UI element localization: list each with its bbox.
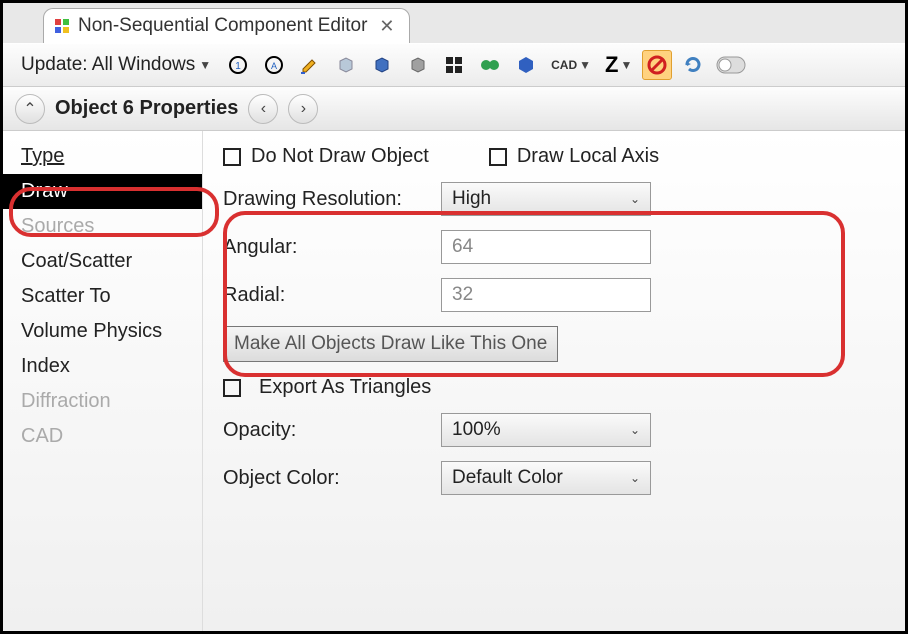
object-color-select[interactable]: Default Color ⌄ bbox=[441, 461, 651, 495]
app-icon bbox=[54, 18, 70, 34]
content-area: Type Draw Sources Coat/Scatter Scatter T… bbox=[3, 131, 905, 631]
sidebar-item-index[interactable]: Index bbox=[3, 349, 202, 384]
editor-tab[interactable]: Non-Sequential Component Editor ✕ bbox=[43, 8, 410, 43]
update-dropdown[interactable]: Update: All Windows ▼ bbox=[15, 50, 217, 80]
close-icon[interactable]: ✕ bbox=[379, 16, 394, 37]
radial-label: Radial: bbox=[223, 284, 423, 307]
prev-object-button[interactable]: ‹ bbox=[248, 94, 278, 124]
export-triangles-checkbox[interactable] bbox=[223, 379, 241, 397]
svg-text:1: 1 bbox=[235, 61, 241, 72]
properties-title: Object 6 Properties bbox=[55, 97, 238, 120]
grid-icon[interactable] bbox=[439, 50, 469, 80]
update-label: Update: All Windows bbox=[21, 54, 195, 76]
angular-label: Angular: bbox=[223, 236, 423, 259]
chevron-down-icon: ▼ bbox=[199, 58, 211, 72]
object-color-value: Default Color bbox=[452, 467, 563, 489]
toolbar: Update: All Windows ▼ 1 A CAD▼ Z▼ bbox=[3, 43, 905, 87]
sidebar-item-scatter-to[interactable]: Scatter To bbox=[3, 279, 202, 314]
edit-icon[interactable] bbox=[295, 50, 325, 80]
reload-icon[interactable] bbox=[678, 50, 708, 80]
chevron-down-icon: ⌄ bbox=[630, 471, 640, 485]
opacity-value: 100% bbox=[452, 419, 501, 441]
circles-icon[interactable] bbox=[475, 50, 505, 80]
z-dropdown[interactable]: Z▼ bbox=[601, 50, 636, 80]
collapse-button[interactable]: ⌃ bbox=[15, 94, 45, 124]
draw-local-axis-checkbox[interactable] bbox=[489, 148, 507, 166]
chevron-down-icon: ⌄ bbox=[630, 423, 640, 437]
sidebar: Type Draw Sources Coat/Scatter Scatter T… bbox=[3, 131, 203, 631]
window-frame: Non-Sequential Component Editor ✕ Update… bbox=[0, 0, 908, 634]
tab-strip: Non-Sequential Component Editor ✕ bbox=[3, 3, 905, 43]
toggle-icon[interactable] bbox=[714, 50, 748, 80]
next-object-button[interactable]: › bbox=[288, 94, 318, 124]
opacity-select[interactable]: 100% ⌄ bbox=[441, 413, 651, 447]
sidebar-item-coat[interactable]: Coat/Scatter bbox=[3, 244, 202, 279]
svg-text:A: A bbox=[271, 61, 277, 71]
refresh-all-icon[interactable]: A bbox=[259, 50, 289, 80]
export-triangles-label: Export As Triangles bbox=[259, 376, 431, 399]
chevron-down-icon: ⌄ bbox=[630, 192, 640, 206]
draw-panel: Do Not Draw Object Draw Local Axis Drawi… bbox=[203, 131, 905, 631]
radial-input[interactable]: 32 bbox=[441, 278, 651, 312]
object-color-label: Object Color: bbox=[223, 467, 423, 490]
drawing-resolution-value: High bbox=[452, 188, 491, 210]
cube-blue-icon[interactable] bbox=[367, 50, 397, 80]
chevron-up-icon: ⌃ bbox=[23, 99, 36, 119]
do-not-draw-label: Do Not Draw Object bbox=[251, 145, 429, 168]
make-all-button[interactable]: Make All Objects Draw Like This One bbox=[223, 326, 558, 362]
angular-input[interactable]: 64 bbox=[441, 230, 651, 264]
cad-dropdown[interactable]: CAD▼ bbox=[547, 50, 595, 80]
sidebar-item-type[interactable]: Type bbox=[3, 139, 202, 174]
sidebar-item-cad: CAD bbox=[3, 419, 202, 454]
sidebar-item-sources: Sources bbox=[3, 209, 202, 244]
drawing-resolution-label: Drawing Resolution: bbox=[223, 188, 423, 211]
sidebar-item-draw[interactable]: Draw bbox=[3, 174, 202, 209]
do-not-draw-checkbox[interactable] bbox=[223, 148, 241, 166]
draw-local-axis-label: Draw Local Axis bbox=[517, 145, 659, 168]
refresh1-icon[interactable]: 1 bbox=[223, 50, 253, 80]
cube-gray-icon[interactable] bbox=[403, 50, 433, 80]
properties-header: ⌃ Object 6 Properties ‹ › bbox=[3, 87, 905, 131]
drawing-resolution-select[interactable]: High ⌄ bbox=[441, 182, 651, 216]
sidebar-item-diffraction: Diffraction bbox=[3, 384, 202, 419]
tab-title: Non-Sequential Component Editor bbox=[78, 15, 367, 37]
hex-icon[interactable] bbox=[511, 50, 541, 80]
chevron-right-icon: › bbox=[301, 100, 306, 118]
opacity-label: Opacity: bbox=[223, 419, 423, 442]
cube1-icon[interactable] bbox=[331, 50, 361, 80]
no-entry-icon[interactable] bbox=[642, 50, 672, 80]
chevron-left-icon: ‹ bbox=[261, 100, 266, 118]
sidebar-item-volume[interactable]: Volume Physics bbox=[3, 314, 202, 349]
